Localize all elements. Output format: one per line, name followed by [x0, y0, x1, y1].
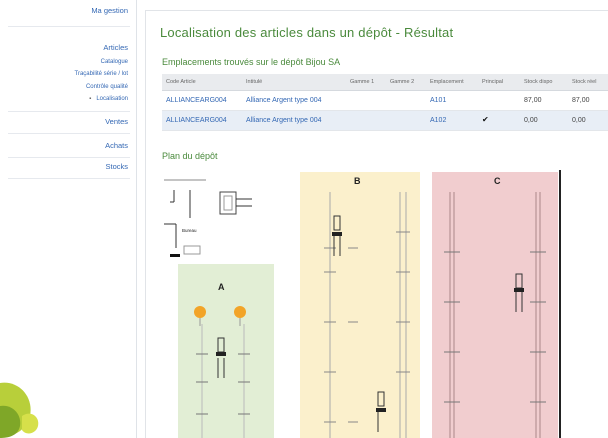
sidebar: Ma gestion Articles Catalogue Traçabilit… [0, 0, 137, 438]
forklift-icon [332, 215, 342, 256]
warehouse-plan: Bureau A B C [162, 166, 582, 438]
office-area: Bureau [162, 172, 282, 262]
sidebar-item-catalogue[interactable]: Catalogue [101, 59, 128, 65]
forklift-icon [376, 391, 386, 432]
stock-reel-cell: 0,00 [572, 117, 586, 124]
sidebar-item-ma-gestion[interactable]: Ma gestion [91, 6, 128, 15]
article-code-link[interactable]: ALLIANCEARG004 [166, 97, 227, 104]
sidebar-divider [8, 178, 130, 179]
principal-check-icon: ✔ [482, 115, 489, 124]
article-name-link[interactable]: Alliance Argent type 004 [246, 117, 322, 124]
sidebar-item-controle-qualite[interactable]: Contrôle qualité [86, 84, 128, 90]
sidebar-item-stocks[interactable]: Stocks [105, 162, 128, 171]
sidebar-divider [8, 26, 130, 27]
zone-a-racks [194, 306, 250, 438]
column-header-principal[interactable]: Principal [482, 79, 503, 85]
column-header-code[interactable]: Code Article [166, 79, 196, 85]
section-title-plan: Plan du dépôt [162, 151, 218, 161]
stock-reel-cell: 87,00 [572, 97, 590, 104]
locations-table: Code Article Intitulé Gamme 1 Gamme 2 Em… [162, 74, 608, 131]
zone-c[interactable]: C [432, 172, 558, 438]
forklift-icon [514, 273, 524, 312]
zone-b-racks [324, 192, 410, 438]
sidebar-item-achats[interactable]: Achats [105, 141, 128, 150]
table-row[interactable]: ALLIANCEARG004 Alliance Argent type 004 … [162, 111, 608, 131]
sidebar-item-ventes[interactable]: Ventes [105, 117, 128, 126]
forklift-icon [216, 337, 226, 378]
bullet-icon: ▪ [89, 96, 92, 102]
sidebar-item-tracabilite[interactable]: Traçabilité série / lot [75, 71, 128, 77]
location-link[interactable]: A101 [430, 97, 446, 104]
table-row[interactable]: ALLIANCEARG004 Alliance Argent type 004 … [162, 91, 608, 111]
sidebar-divider [8, 111, 130, 112]
column-header-gamme2[interactable]: Gamme 2 [390, 79, 414, 85]
location-marker-icon [234, 306, 246, 318]
sidebar-item-localisation[interactable]: ▪ Localisation [89, 96, 128, 102]
stock-dispo-cell: 0,00 [524, 117, 538, 124]
location-marker-icon [194, 306, 206, 318]
sidebar-divider [8, 133, 130, 134]
stock-dispo-cell: 87,00 [524, 97, 542, 104]
section-title-emplacements: Emplacements trouvés sur le dépôt Bijou … [162, 57, 341, 67]
sidebar-item-label: Localisation [96, 96, 128, 102]
zone-b[interactable]: B [300, 172, 420, 438]
column-header-intitule[interactable]: Intitulé [246, 79, 262, 85]
article-name-link[interactable]: Alliance Argent type 004 [246, 97, 322, 104]
location-link[interactable]: A102 [430, 117, 446, 124]
main-panel: Localisation des articles dans un dépôt … [145, 10, 608, 438]
sidebar-item-articles[interactable]: Articles [103, 43, 128, 52]
column-header-gamme1[interactable]: Gamme 1 [350, 79, 374, 85]
zone-a[interactable]: A [178, 264, 274, 438]
brand-leaf-decoration-icon [0, 382, 39, 438]
table-header: Code Article Intitulé Gamme 1 Gamme 2 Em… [162, 74, 608, 91]
article-code-link[interactable]: ALLIANCEARG004 [166, 117, 227, 124]
office-label: Bureau [182, 228, 197, 233]
column-header-stock-dispo[interactable]: Stock dispo [524, 79, 552, 85]
page-title: Localisation des articles dans un dépôt … [160, 25, 454, 40]
column-header-stock-reel[interactable]: Stock réel [572, 79, 596, 85]
column-header-emplacement[interactable]: Emplacement [430, 79, 464, 85]
plan-divider [559, 170, 561, 438]
zone-c-racks [444, 192, 546, 438]
sidebar-divider [8, 157, 130, 158]
office-floorplan-icon [164, 179, 252, 257]
